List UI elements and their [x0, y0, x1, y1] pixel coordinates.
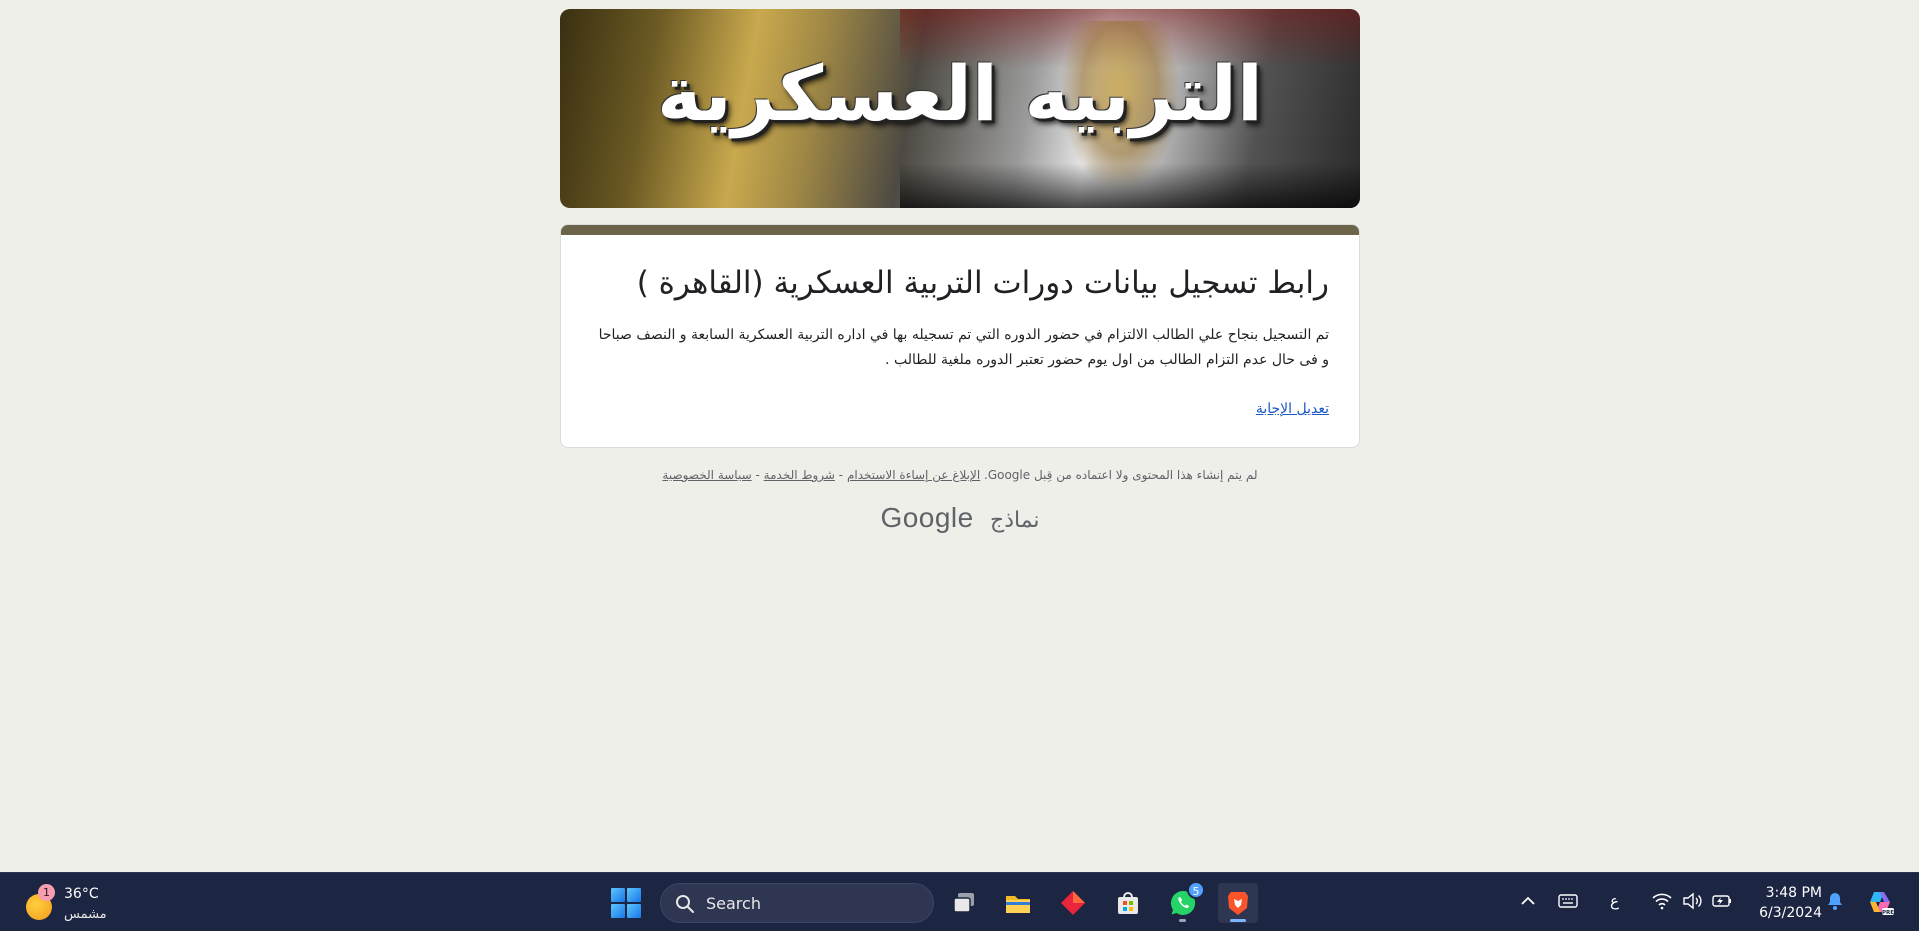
confirmation-card: رابط تسجيل بيانات دورات التربية العسكرية…: [560, 224, 1360, 448]
wifi-icon: [1652, 893, 1672, 910]
google-forms-brand[interactable]: Google نماذج: [560, 502, 1360, 534]
windows-logo-icon: [627, 904, 641, 918]
edit-response-link[interactable]: تعديل الإجابة: [1256, 401, 1329, 417]
notifications-button[interactable]: [1824, 890, 1848, 914]
header-banner-image: التربيه العسكرية: [560, 9, 1360, 208]
bell-icon: [1828, 893, 1842, 910]
file-explorer-button[interactable]: [998, 883, 1038, 923]
report-abuse-link[interactable]: الإبلاغ عن إساءة الاستخدام: [847, 468, 980, 482]
input-language-indicator[interactable]: ع: [1610, 892, 1619, 910]
weather-widget[interactable]: 1 36°C مشمس: [22, 881, 132, 925]
windows-logo-icon: [611, 888, 625, 902]
microsoft-store-button[interactable]: [1108, 883, 1148, 923]
privacy-link[interactable]: سياسة الخصوصية: [662, 468, 751, 482]
windows-logo-icon: [627, 888, 641, 902]
battery-charging-icon: [1712, 895, 1731, 907]
weather-condition: مشمس: [64, 907, 107, 922]
brave-lion-icon: [1228, 892, 1248, 915]
disclaimer-text: لم يتم إنشاء هذا المحتوى ولا اعتماده من …: [983, 468, 1258, 482]
app-button-diamond[interactable]: [1053, 883, 1093, 923]
separator: -: [755, 468, 760, 482]
google-logo: Google: [880, 502, 974, 533]
battery-button[interactable]: [1711, 890, 1735, 914]
touch-keyboard-button[interactable]: [1557, 890, 1581, 914]
running-indicator: [1179, 919, 1186, 922]
network-button[interactable]: [1651, 890, 1675, 914]
form-page: التربيه العسكرية رابط تسجيل بيانات دورات…: [560, 9, 1360, 534]
clock-date: 6/3/2024: [1759, 905, 1822, 921]
store-bag-icon: [1118, 892, 1138, 914]
show-hidden-icons-button[interactable]: [1517, 890, 1541, 914]
separator: -: [838, 468, 844, 482]
diamond-app-icon: [1061, 891, 1085, 915]
start-button[interactable]: [611, 888, 641, 918]
volume-button[interactable]: [1681, 890, 1705, 914]
system-clock[interactable]: 3:48 PM 6/3/2024: [1752, 883, 1822, 923]
weather-badge: 1: [38, 884, 55, 901]
whatsapp-button[interactable]: 5: [1163, 881, 1205, 923]
search-label: Search: [706, 894, 761, 913]
windows-logo-icon: [611, 904, 625, 918]
taskbar-search-box[interactable]: Search: [660, 883, 934, 923]
banner-title: التربيه العسكرية: [657, 49, 1263, 138]
active-indicator: [1230, 919, 1246, 922]
search-icon: [676, 895, 694, 913]
confirmation-message: تم التسجيل بنجاح علي الطالب الالتزام في …: [598, 327, 1329, 368]
copilot-button[interactable]: PRE: [1866, 888, 1896, 918]
terms-link[interactable]: شروط الخدمة: [764, 468, 835, 482]
card-body: رابط تسجيل بيانات دورات التربية العسكرية…: [561, 235, 1359, 447]
copilot-icon: PRE: [1870, 892, 1894, 916]
clock-time: 3:48 PM: [1765, 885, 1822, 901]
weather-temperature: 36°C: [64, 886, 99, 902]
keyboard-icon: [1558, 894, 1578, 908]
brave-browser-button[interactable]: [1218, 883, 1258, 923]
forms-label: نماذج: [990, 508, 1040, 533]
footer-disclaimer: لم يتم إنشاء هذا المحتوى ولا اعتماده من …: [560, 468, 1360, 482]
form-title: رابط تسجيل بيانات دورات التربية العسكرية…: [636, 265, 1329, 301]
speaker-icon: [1683, 892, 1702, 910]
folder-icon: [1006, 896, 1030, 913]
taskbar: 1 36°C مشمس Search 5 ع 3:48 PM 6/3/2024 …: [0, 872, 1919, 931]
svg-text:PRE: PRE: [1882, 910, 1894, 916]
task-view-icon: [953, 893, 974, 913]
whatsapp-badge: 5: [1187, 881, 1205, 899]
card-accent-bar: [561, 225, 1359, 235]
chevron-up-icon: [1521, 896, 1535, 905]
task-view-button[interactable]: [944, 883, 984, 923]
